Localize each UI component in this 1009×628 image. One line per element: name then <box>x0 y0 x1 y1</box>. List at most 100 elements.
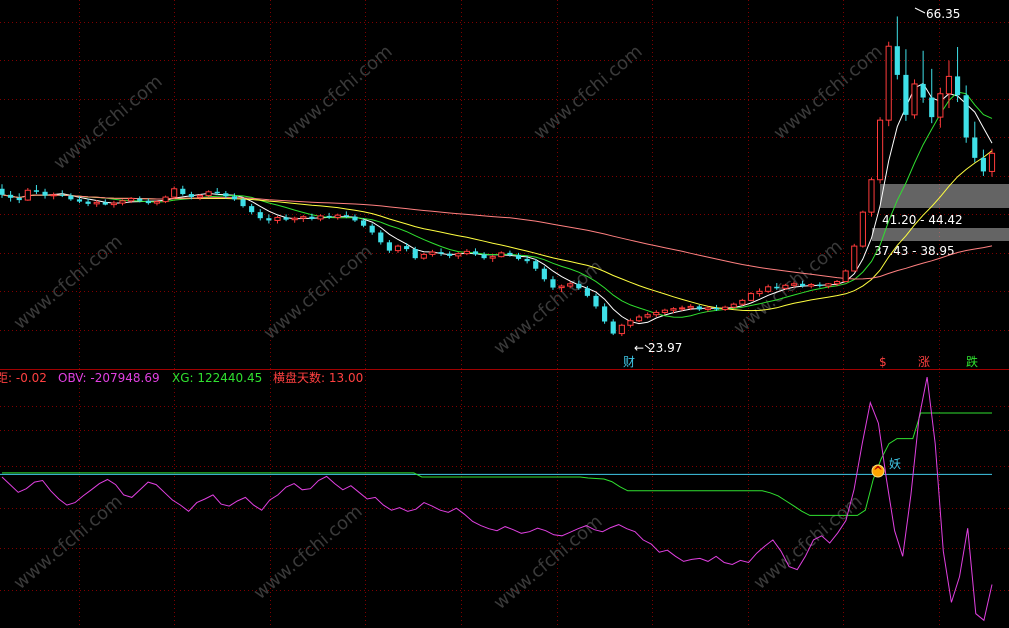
watermark-4: www.cfchi.com <box>10 491 127 594</box>
range-box-lower <box>872 228 1009 241</box>
candle-body-80 <box>687 305 694 309</box>
candle-body-45 <box>386 242 392 251</box>
candle-body-27 <box>231 196 238 200</box>
candle-body-66 <box>567 283 574 287</box>
candle-body-67 <box>576 283 582 289</box>
watermark-11: www.cfchi.com <box>280 41 397 144</box>
candle-body-110 <box>945 75 953 95</box>
candle-body-9 <box>76 199 83 202</box>
candle-body-71 <box>610 321 616 334</box>
candle-body-75 <box>644 314 651 318</box>
candle-body-39 <box>334 214 341 218</box>
candle-body-62 <box>533 261 539 269</box>
stock-chart[interactable]: www.cfchi.com www.cfchi.com www.cfchi.com w… <box>0 0 1009 628</box>
high-label: 66.35 <box>926 7 960 21</box>
candle-body-112 <box>963 95 969 138</box>
candle-body-26 <box>223 193 229 197</box>
candle-body-17 <box>145 200 151 204</box>
watermark-0: www.cfchi.com <box>10 231 127 334</box>
candle-body-15 <box>128 198 135 202</box>
candle-body-18 <box>153 201 161 204</box>
candle-body-101 <box>868 179 875 213</box>
candle-body-12 <box>102 202 108 205</box>
candle-body-60 <box>515 255 522 259</box>
candle-body-31 <box>266 218 272 221</box>
candle-body-113 <box>972 137 978 158</box>
candle-body-87 <box>747 293 755 301</box>
high-leader <box>914 7 926 14</box>
indicator-legend: 距: -0.02 OBV: -207948.69 XG: 122440.45 横… <box>0 370 363 385</box>
watermark-10: www.cfchi.com <box>50 71 167 174</box>
candle-body-19 <box>162 196 169 203</box>
marker-dollar: $ <box>879 355 887 369</box>
candle-body-89 <box>765 286 772 292</box>
candle-body-16 <box>137 198 143 201</box>
candle-body-13 <box>110 202 117 206</box>
watermark-1: www.cfchi.com <box>260 241 377 344</box>
candle-body-102 <box>877 119 884 181</box>
candle-body-38 <box>326 215 332 218</box>
candle-body-94 <box>808 284 815 287</box>
marker-cai: 财 <box>623 355 635 369</box>
candle-body-86 <box>739 299 746 305</box>
candle-body-2 <box>16 197 22 201</box>
candle-body-24 <box>205 191 212 197</box>
candle-body-103 <box>885 45 892 121</box>
ma10-line <box>1 150 993 312</box>
candle-body-106 <box>911 83 918 116</box>
legend-ju: 距: -0.02 <box>0 371 47 385</box>
candle-body-74 <box>635 316 643 322</box>
candle-body-96 <box>825 283 832 287</box>
candle-body-52 <box>447 253 453 256</box>
watermark-9: www.cfchi.com <box>770 41 887 144</box>
candle-body-55 <box>472 251 479 255</box>
candle-body-70 <box>602 306 608 322</box>
candle-body-92 <box>790 283 798 286</box>
candle-body-10 <box>85 201 91 204</box>
candle-body-56 <box>481 254 487 259</box>
candle-body-25 <box>214 191 220 194</box>
candle-body-36 <box>309 216 315 219</box>
candle-body-78 <box>670 308 677 311</box>
candle-body-105 <box>903 74 909 115</box>
low-arrow: ← <box>634 341 644 355</box>
legend-hp: 横盘天数: 13.00 <box>273 370 363 385</box>
candle-body-81 <box>696 306 702 310</box>
candle-body-109 <box>937 93 944 118</box>
ma5-line <box>1 82 993 325</box>
candle-body-82 <box>704 307 711 310</box>
candle-body-42 <box>360 220 367 226</box>
candle-body-77 <box>661 309 668 313</box>
candle-body-115 <box>988 152 996 172</box>
candle-body-100 <box>859 211 866 247</box>
candle-body-48 <box>412 249 418 259</box>
candle-body-43 <box>369 225 375 233</box>
candle-body-84 <box>722 306 729 310</box>
candle-body-6 <box>50 194 57 197</box>
candle-body-28 <box>240 199 246 207</box>
low-label: 23.97 <box>648 341 682 355</box>
legend-xg: XG: 122440.45 <box>172 371 262 385</box>
candle-body-72 <box>618 324 625 335</box>
candle-body-64 <box>550 279 556 288</box>
candle-body-90 <box>774 286 780 289</box>
candle-body-99 <box>851 245 858 272</box>
candle-body-37 <box>317 215 324 220</box>
candle-body-5 <box>42 191 48 196</box>
candle-body-20 <box>171 188 178 198</box>
candle-body-97 <box>833 281 841 285</box>
candle-body-95 <box>817 284 823 287</box>
candle-body-59 <box>507 252 513 256</box>
range-lower-label: 37.43 - 38.95 <box>874 244 955 258</box>
candle-body-54 <box>463 250 470 255</box>
candle-body-21 <box>180 188 186 195</box>
candle-body-53 <box>455 253 462 257</box>
candle-body-44 <box>378 232 384 243</box>
candle-body-7 <box>59 194 65 196</box>
marker-die: 跌 <box>966 354 978 369</box>
candle-body-1 <box>8 194 14 198</box>
candle-body-76 <box>653 311 660 316</box>
candle-body-51 <box>438 252 444 254</box>
watermark-5: www.cfchi.com <box>250 501 367 604</box>
candle-body-63 <box>541 268 547 280</box>
